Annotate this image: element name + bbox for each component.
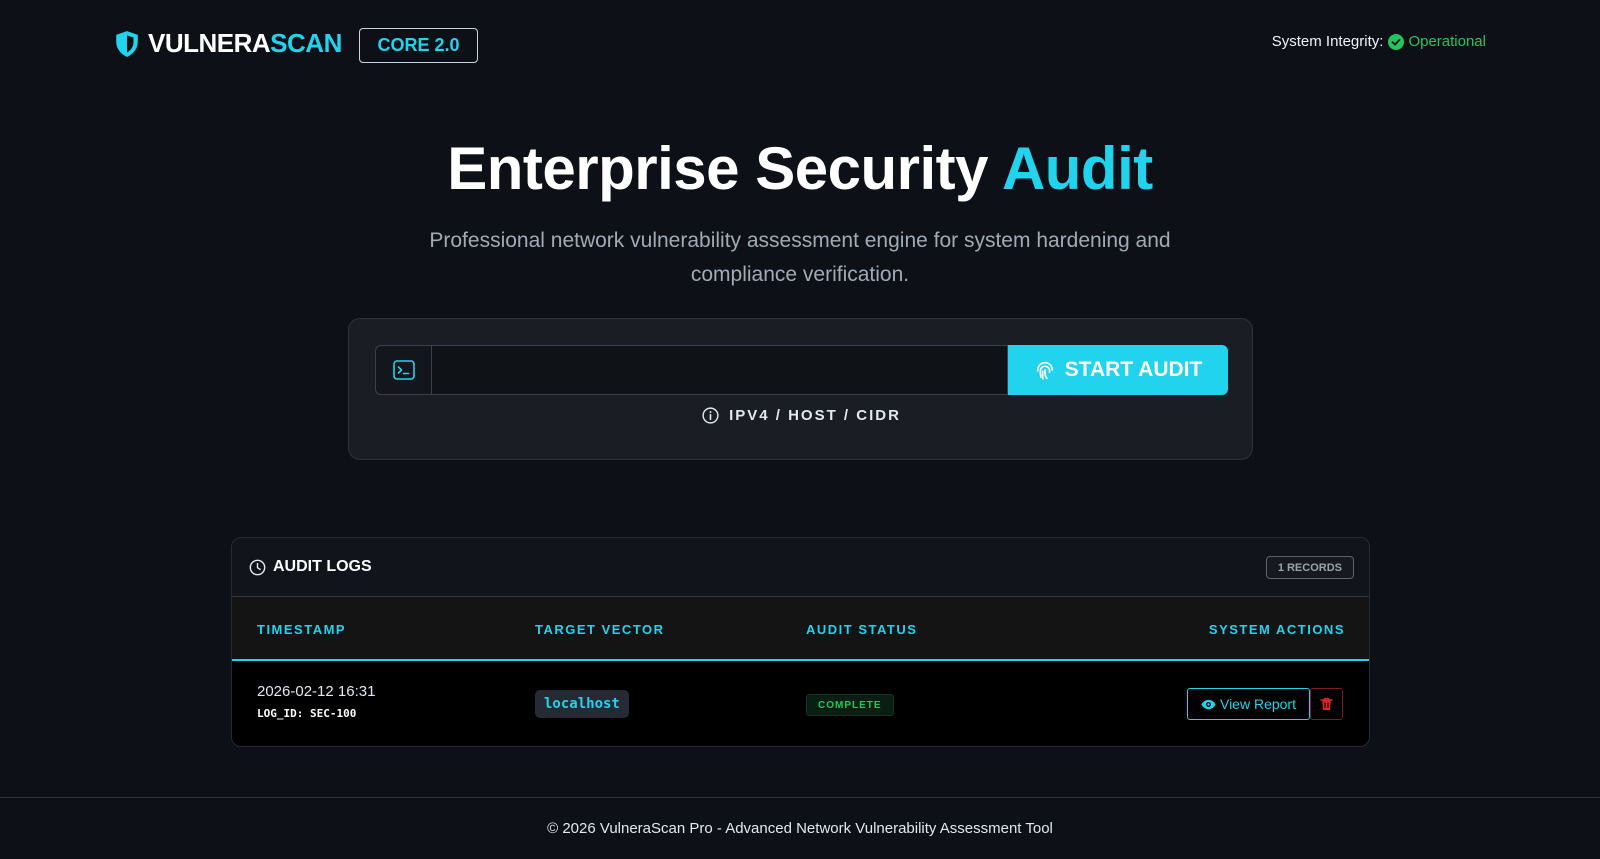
scan-form: START AUDIT	[375, 345, 1228, 395]
info-icon	[702, 407, 719, 424]
system-integrity: System Integrity: Operational	[1272, 33, 1486, 50]
eye-icon	[1201, 699, 1216, 709]
integrity-status: Operational	[1408, 33, 1486, 50]
page-title: Enterprise Security Audit	[0, 134, 1600, 203]
clock-icon	[249, 559, 266, 575]
page: VULNERASCAN CORE 2.0 System Integrity: O…	[0, 0, 1600, 859]
start-audit-button[interactable]: START AUDIT	[1008, 345, 1228, 395]
view-report-label: View Report	[1219, 696, 1296, 712]
top-bar: VULNERASCAN CORE 2.0 System Integrity: O…	[0, 0, 1600, 90]
row-timestamp: 2026-02-12 16:31	[257, 683, 376, 700]
integrity-label: System Integrity:	[1271, 33, 1384, 50]
brand-name: VULNERASCAN	[148, 28, 342, 59]
delete-log-button[interactable]	[1310, 688, 1343, 720]
brand-name-accent: SCAN	[270, 28, 342, 58]
table-header: TIMESTAMP TARGET VECTOR AUDIT STATUS SYS…	[232, 597, 1369, 661]
table-row: 2026-02-12 16:31 LOG_ID: SEC-100 localho…	[232, 661, 1369, 746]
row-log-id: LOG_ID: SEC-100	[257, 707, 357, 720]
view-report-button[interactable]: View Report	[1187, 688, 1310, 720]
input-hint-text: IPV4 / HOST / CIDR	[729, 407, 901, 424]
column-header-target: TARGET VECTOR	[535, 622, 665, 637]
audit-logs-header: AUDIT LOGS 1 RECORDS	[232, 538, 1369, 597]
page-title-primary: Enterprise Security	[447, 135, 1002, 202]
check-circle-icon	[1388, 33, 1405, 50]
status-badge: COMPLETE	[806, 694, 894, 716]
page-title-accent: Audit	[1001, 135, 1153, 202]
page-subtitle: Professional network vulnerability asses…	[429, 229, 1171, 286]
shield-icon	[116, 30, 138, 57]
audit-logs-panel: AUDIT LOGS 1 RECORDS TIMESTAMP TARGET VE…	[231, 537, 1370, 747]
footer-text: © 2026 VulneraScan Pro - Advanced Networ…	[547, 820, 1053, 837]
trash-icon	[1320, 697, 1333, 710]
audit-logs-title-text: AUDIT LOGS	[273, 558, 372, 575]
column-header-status: AUDIT STATUS	[806, 622, 918, 637]
version-badge: CORE 2.0	[359, 28, 478, 63]
row-target: localhost	[535, 690, 629, 718]
brand-name-primary: VULNERA	[148, 28, 271, 58]
start-audit-label: START AUDIT	[1064, 358, 1203, 381]
target-input[interactable]	[431, 345, 1008, 395]
column-header-actions: SYSTEM ACTIONS	[1208, 622, 1345, 637]
footer: © 2026 VulneraScan Pro - Advanced Networ…	[0, 797, 1600, 859]
column-header-timestamp: TIMESTAMP	[257, 622, 347, 637]
fingerprint-icon	[1036, 361, 1053, 380]
audit-logs-title: AUDIT LOGS	[249, 558, 372, 576]
records-count-badge: 1 RECORDS	[1265, 556, 1354, 579]
input-prefix	[375, 345, 431, 395]
scan-panel: START AUDIT IPV4 / HOST / CIDR	[348, 318, 1253, 460]
input-hint: IPV4 / HOST / CIDR	[349, 407, 1254, 424]
brand[interactable]: VULNERASCAN	[114, 28, 342, 59]
terminal-icon	[392, 360, 415, 380]
